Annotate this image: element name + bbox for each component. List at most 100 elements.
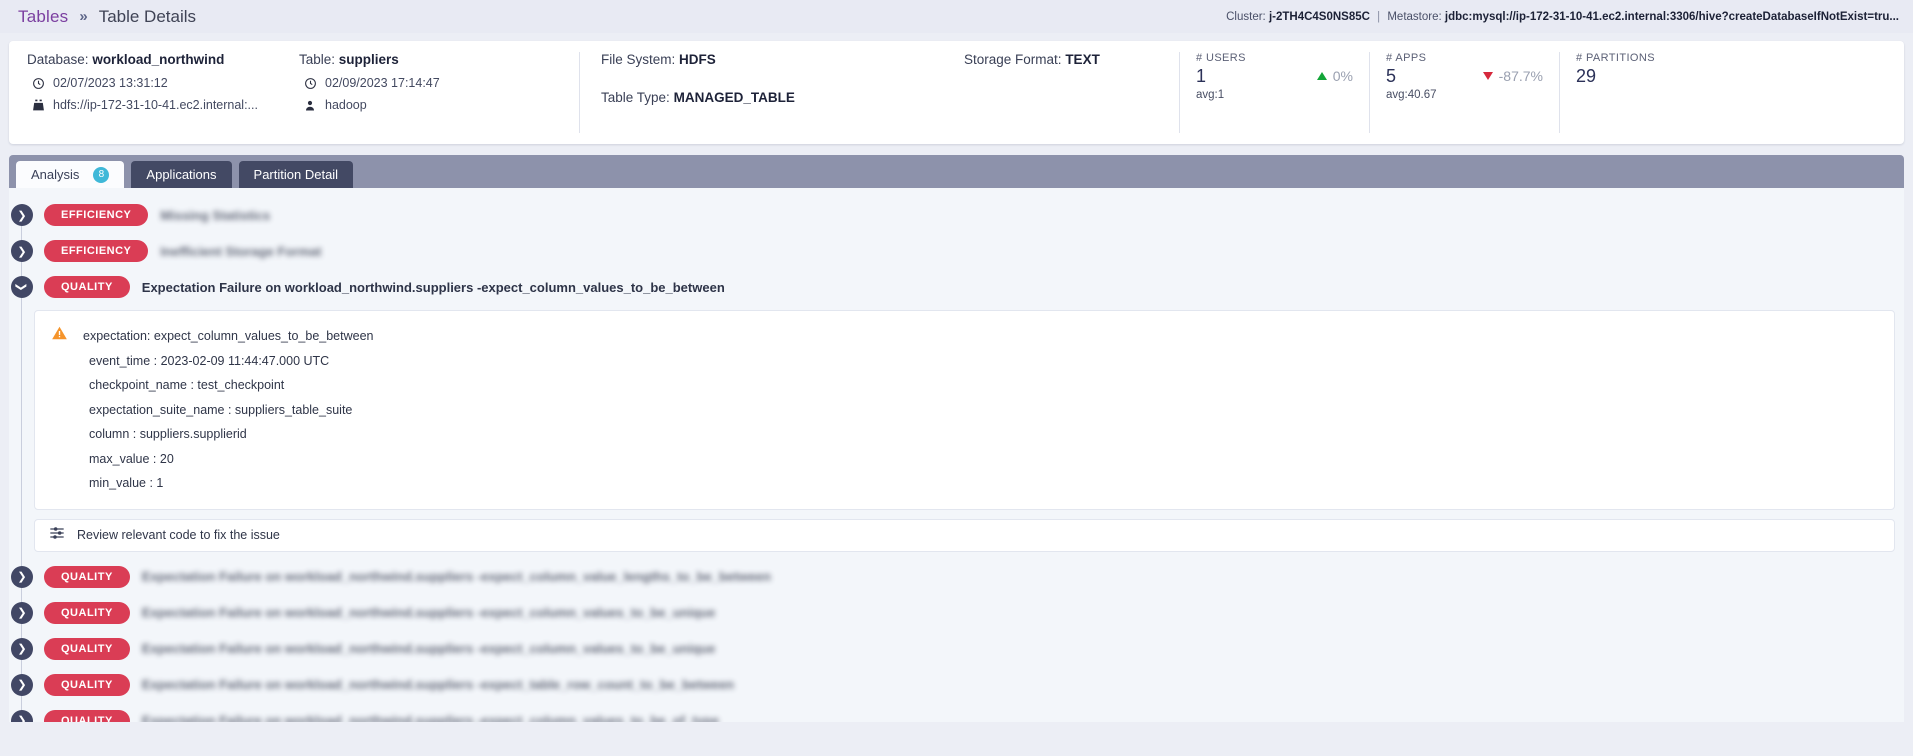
metric-apps: # APPS 5 -87.7% avg:40.67 [1369,41,1559,144]
database-created-time: 02/07/2023 13:31:12 [53,76,168,90]
metric-users: # USERS 1 0% avg:1 [1179,41,1369,144]
detail-expectation: expectation: expect_column_values_to_be_… [83,329,374,343]
clock-icon [299,77,321,90]
table-label: Table: [299,52,336,67]
detail-expectation-suite-name: expectation_suite_name : suppliers_table… [89,402,353,417]
tab-analysis-label: Analysis [31,167,80,182]
chevron-right-icon[interactable]: ❯ [11,709,33,722]
table-info-card: Database: workload_northwind 02/07/2023 … [9,41,1904,144]
tab-partition-detail-label: Partition Detail [253,167,339,182]
database-label: Database: [27,52,89,67]
cluster-metastore-info: Cluster: j-2TH4C4S0NS85C | Metastore: jd… [1226,11,1899,23]
analysis-row[interactable]: ❯ QUALITY Expectation Failure on workloa… [9,559,1904,595]
tab-applications-label: Applications [146,167,217,182]
analysis-row-title: Expectation Failure on workload_northwin… [141,677,735,692]
category-badge: EFFICIENCY [44,240,149,262]
analysis-row[interactable]: ❯ QUALITY Expectation Failure on workloa… [9,595,1904,631]
category-badge: QUALITY [44,276,130,298]
analysis-row[interactable]: ❯ QUALITY Expectation Failure on workloa… [9,703,1904,722]
database-info-section: Database: workload_northwind 02/07/2023 … [9,41,299,144]
hdfs-road-icon [27,98,49,112]
chevron-right-icon[interactable]: ❯ [11,565,33,588]
trend-down-icon [1482,72,1493,80]
breadcrumb-link-tables[interactable]: Tables [18,7,68,27]
category-badge: QUALITY [44,565,130,588]
detail-min-value: min_value : 1 [89,476,164,490]
storage-format-label: Storage Format: [964,52,1062,67]
analysis-row[interactable]: ❯ QUALITY Expectation Failure on workloa… [9,631,1904,667]
detail-column: column : suppliers.supplierid [89,427,247,441]
review-code-action[interactable]: Review relevant code to fix the issue [34,518,1895,552]
expectation-detail-card: expectation: expect_column_values_to_be_… [34,310,1895,510]
chevron-right-icon[interactable]: ❯ [11,204,33,226]
tab-analysis[interactable]: Analysis 8 [16,161,125,188]
metric-users-label: # USERS [1196,52,1246,64]
chevron-right-icon[interactable]: ❯ [11,601,33,624]
breadcrumb-separator-icon: » [79,8,88,25]
chevron-right-icon[interactable]: ❯ [11,637,33,660]
trend-up-icon [1316,72,1327,80]
analysis-row[interactable]: ❯ QUALITY Expectation Failure on workloa… [9,667,1904,703]
table-type-label: Table Type: [601,90,670,105]
analysis-row-title: Expectation Failure on workload_northwin… [141,279,725,295]
detail-event-time: event_time : 2023-02-09 11:44:47.000 UTC [89,353,330,368]
detail-checkpoint-name: checkpoint_name : test_checkpoint [89,378,285,392]
category-badge: QUALITY [44,673,130,696]
metastore-label: Metastore: [1387,10,1442,23]
category-badge: QUALITY [44,709,130,722]
chevron-right-icon[interactable]: ❯ [11,240,33,262]
file-system-label: File System: [601,52,676,67]
table-type-value: MANAGED_TABLE [673,90,795,105]
storage-format-section: Storage Format: TEXT [964,41,1179,144]
metric-apps-delta-text: -87.7% [1498,68,1543,84]
database-path-row: hdfs://ip-172-31-10-41.ec2.internal:... [27,98,299,112]
tab-partition-detail[interactable]: Partition Detail [238,161,354,188]
file-system-value: HDFS [679,52,716,67]
category-badge: QUALITY [44,601,130,624]
analysis-row[interactable]: ❯ EFFICIENCY Inefficient Storage Format [9,233,1904,269]
warning-icon [51,325,73,346]
metric-partitions-label: # PARTITIONS [1576,52,1655,64]
review-code-label: Review relevant code to fix the issue [77,528,280,542]
database-path: hdfs://ip-172-31-10-41.ec2.internal:... [53,98,258,112]
detail-max-value: max_value : 20 [89,451,174,466]
metric-users-value: 1 [1196,66,1207,86]
database-value: workload_northwind [92,52,225,67]
metric-partitions: # PARTITIONS 29 [1559,41,1904,144]
filesystem-info-section: File System: HDFS Table Type: MANAGED_TA… [579,41,964,144]
metastore-value: jdbc:mysql://ip-172-31-10-41.ec2.interna… [1444,10,1899,23]
cluster-value: j-2TH4C4S0NS85C [1268,10,1370,23]
analysis-row-title: Inefficient Storage Format [160,243,322,259]
metric-users-avg: avg:1 [1196,89,1225,101]
page-title: Table Details [98,6,197,26]
table-owner: hadoop [325,98,367,112]
chevron-down-icon[interactable]: ❯ [11,276,33,298]
user-icon [299,99,321,112]
metric-apps-value: 5 [1386,66,1397,86]
category-badge: EFFICIENCY [44,204,149,226]
tab-bar: Analysis 8 Applications Partition Detail [9,155,1904,188]
table-owner-row: hadoop [299,98,579,112]
metric-apps-delta: -87.7% [1482,68,1543,84]
analysis-row-expanded[interactable]: ❯ QUALITY Expectation Failure on workloa… [9,269,1904,305]
clock-icon [27,77,49,90]
sliders-icon [49,525,65,546]
table-row: Table: suppliers [299,52,579,67]
info-separator: | [1377,10,1381,23]
analysis-panel: ❯ EFFICIENCY Missing Statistics ❯ EFFICI… [9,188,1904,722]
analysis-row-title: Expectation Failure on workload_northwin… [141,713,719,722]
file-system-row: File System: HDFS [601,52,964,67]
analysis-row-title: Expectation Failure on workload_northwin… [141,569,771,584]
table-created-time: 02/09/2023 17:14:47 [325,76,440,90]
metric-users-delta: 0% [1316,68,1353,84]
tab-applications[interactable]: Applications [131,161,232,188]
storage-format-row: Storage Format: TEXT [964,52,1179,67]
tab-analysis-badge: 8 [93,166,110,183]
metric-users-delta-text: 0% [1332,68,1353,84]
analysis-row-title: Expectation Failure on workload_northwin… [141,605,716,620]
analysis-row[interactable]: ❯ EFFICIENCY Missing Statistics [9,197,1904,233]
analysis-row-title: Expectation Failure on workload_northwin… [141,641,716,656]
database-created-row: 02/07/2023 13:31:12 [27,76,299,90]
breadcrumb-bar: Tables » Table Details Cluster: j-2TH4C4… [0,0,1913,33]
chevron-right-icon[interactable]: ❯ [11,673,33,696]
